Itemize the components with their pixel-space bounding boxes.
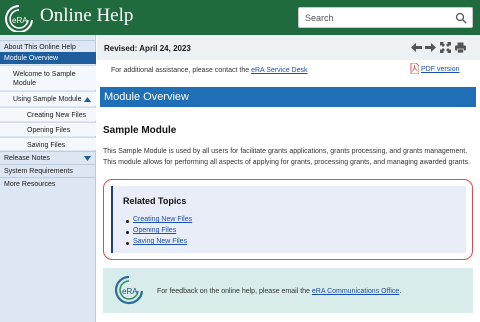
related-topics-highlight: Related Topics Creating New Files Openin… [103,179,473,260]
bullet-icon [126,220,129,223]
print-icon[interactable] [455,42,466,53]
search-icon[interactable] [455,12,467,24]
sidebar-item-label: About This Online Help [4,44,76,51]
feedback-banner: eRA For feedback on the online help, ple… [103,268,473,313]
section-heading: Sample Module [103,125,177,136]
sidebar-item-release-notes[interactable]: Release Notes [0,151,96,163]
communications-office-link[interactable]: eRA Communications Office [312,288,399,295]
sidebar-nav: About This Online Help Module Overview W… [0,35,96,322]
feedback-prefix: For feedback on the online help, please … [157,288,312,295]
page-title: Module Overview [104,91,189,103]
sidebar-item-more-resources[interactable]: More Resources [0,177,96,189]
arrow-right-icon[interactable] [425,42,436,53]
app-title: Online Help [40,5,134,26]
sidebar-item-module-overview[interactable]: Module Overview [0,52,96,64]
logo-text: eRA [12,16,28,25]
era-logo-icon: eRA [114,275,144,305]
feedback-text: For feedback on the online help, please … [157,288,401,295]
sidebar-item-about[interactable]: About This Online Help [0,40,96,51]
bullet-icon [126,242,129,245]
revised-date: Revised: April 24, 2023 [104,44,191,53]
logo-text: eRA [122,287,138,296]
search-box[interactable] [298,7,473,28]
era-logo-icon[interactable]: eRA [4,4,34,32]
sidebar-item-label: Creating New Files [27,112,87,119]
feedback-suffix: . [399,288,402,295]
main-content: Revised: April 24, 2023 For additional a… [97,35,480,322]
related-topics-heading: Related Topics [123,196,187,206]
bullet-icon [126,231,129,234]
search-input[interactable] [305,10,453,26]
sidebar-item-label: Saving Files [27,142,66,149]
arrow-left-icon[interactable] [411,42,422,53]
pdf-version-link[interactable]: PDF version [421,66,460,73]
sidebar-item-saving-files[interactable]: Saving Files [0,137,96,150]
sidebar-item-creating-new-files[interactable]: Creating New Files [0,107,96,121]
related-link-saving-new-files[interactable]: Saving New Files [133,238,187,245]
service-desk-link[interactable]: eRA Service Desk [251,67,307,74]
sidebar-item-label: Opening Files [27,127,71,134]
app-header: eRA Online Help [0,0,480,35]
chevron-up-icon[interactable] [84,97,91,102]
sidebar-item-using-sample-module[interactable]: Using Sample Module [0,91,96,106]
chevron-down-icon[interactable] [84,156,91,161]
assistance-prefix: For additional assistance, please contac… [111,67,252,74]
related-link-creating-new-files[interactable]: Creating New Files [133,216,192,223]
related-link-opening-files[interactable]: Opening Files [133,227,176,234]
sidebar-item-label: Module Overview [4,55,59,62]
revised-bar: Revised: April 24, 2023 [97,35,480,60]
sidebar-item-label: Using Sample Module [13,96,82,103]
sidebar-item-label: Release Notes [4,155,50,162]
sidebar-item-system-requirements[interactable]: System Requirements [0,164,96,176]
assistance-text: For additional assistance, please contac… [111,67,308,74]
sidebar-item-opening-files[interactable]: Opening Files [0,122,96,136]
related-topics-box: Related Topics Creating New Files Openin… [111,186,466,253]
sidebar-item-label: More Resources [4,181,56,188]
sidebar-item-label: Welcome to Sample Module [13,71,76,87]
pdf-icon[interactable] [410,63,419,74]
sidebar-item-label: System Requirements [4,168,73,175]
module-overview-banner: Module Overview [100,87,476,107]
section-body: This Sample Module is used by all users … [103,148,470,166]
sidebar-item-welcome[interactable]: Welcome to Sample Module [0,65,96,90]
expand-icon[interactable] [440,42,451,53]
